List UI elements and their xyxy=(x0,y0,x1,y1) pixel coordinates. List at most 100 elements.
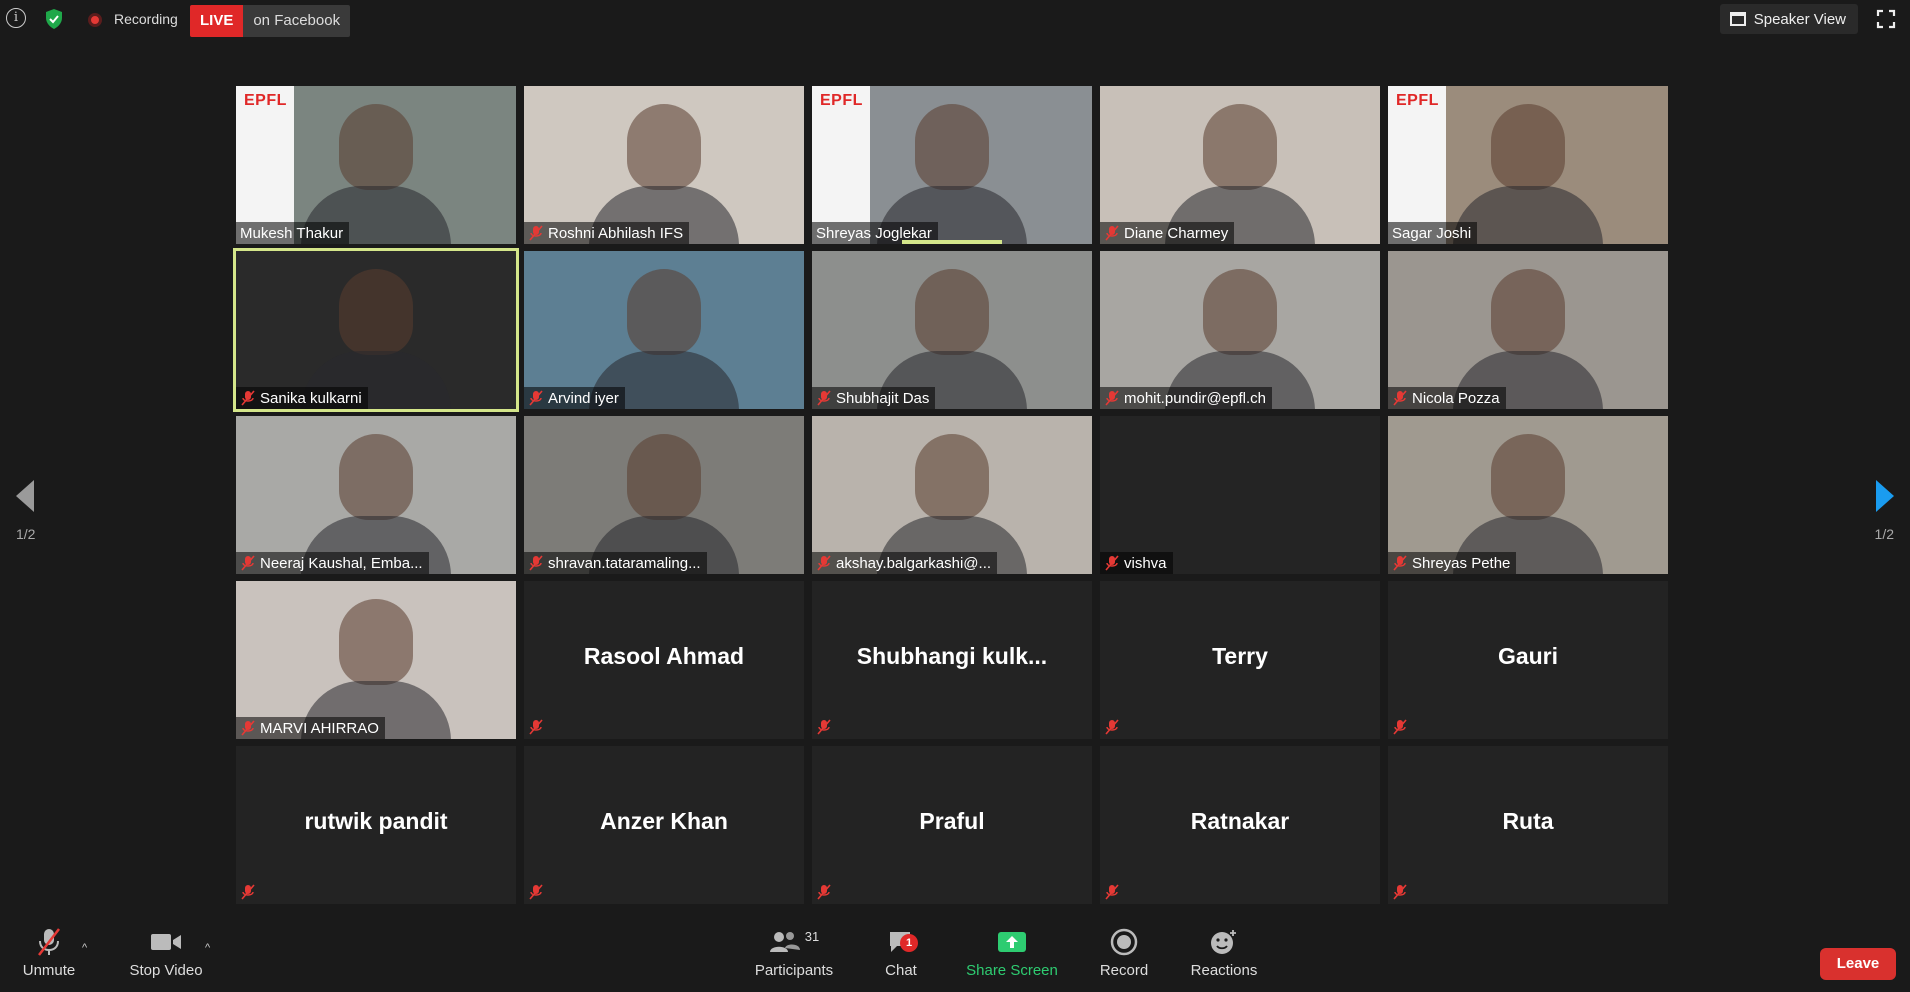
participant-name-tag: vishva xyxy=(1100,552,1173,574)
previous-page-arrow-icon[interactable] xyxy=(14,476,36,516)
participant-video-feed xyxy=(1491,269,1565,355)
participant-video-feed xyxy=(1491,434,1565,520)
participant-name-tag: Arvind iyer xyxy=(524,387,625,409)
recording-label: Recording xyxy=(114,11,178,27)
participants-icon xyxy=(769,932,800,952)
participant-name-tag: Nicola Pozza xyxy=(1388,387,1506,409)
muted-microphone-icon xyxy=(1104,719,1120,735)
muted-microphone-icon xyxy=(1392,719,1408,735)
muted-microphone-icon xyxy=(1392,555,1408,571)
participant-tile[interactable]: rutwik pandit xyxy=(236,746,516,904)
participant-name: Shubhangi kulk... xyxy=(856,643,1048,669)
muted-microphone-icon xyxy=(816,719,832,735)
unmute-button[interactable]: Unmute xyxy=(14,922,84,979)
participant-tile[interactable]: Terry xyxy=(1100,581,1380,739)
participant-tile[interactable]: Anzer Khan xyxy=(524,746,804,904)
participant-tile[interactable]: Nicola Pozza xyxy=(1388,251,1668,409)
speaker-view-button[interactable]: Speaker View xyxy=(1719,4,1858,34)
participant-tile[interactable]: Sanika kulkarni xyxy=(233,248,519,412)
participant-tile[interactable]: Shubhajit Das xyxy=(812,251,1092,409)
participant-name: Roshni Abhilash IFS xyxy=(548,224,684,242)
participants-count: 31 xyxy=(804,928,820,944)
unmute-label: Unmute xyxy=(22,962,76,979)
participant-tile[interactable]: Neeraj Kaushal, Emba... xyxy=(236,416,516,574)
participant-tile[interactable]: EPFL Mukesh Thakur xyxy=(236,86,516,244)
participant-name-tag: akshay.balgarkashi@... xyxy=(812,552,998,574)
muted-microphone-icon xyxy=(816,884,832,900)
participant-tile[interactable]: Ruta xyxy=(1388,746,1668,904)
audio-options-caret-icon[interactable]: ^ xyxy=(82,942,92,954)
meeting-controls-bar: Unmute ^ Stop Video ^ 31 Participants 1 … xyxy=(0,922,1910,992)
share-screen-icon xyxy=(998,932,1026,952)
participant-name-tag: Shubhajit Das xyxy=(812,387,936,409)
muted-microphone-icon xyxy=(528,225,544,241)
participant-tile[interactable]: mohit.pundir@epfl.ch xyxy=(1100,251,1380,409)
muted-microphone-icon xyxy=(816,555,832,571)
leave-button[interactable]: Leave xyxy=(1820,948,1896,980)
participant-name-tag: Roshni Abhilash IFS xyxy=(524,222,690,244)
participant-video-feed xyxy=(339,269,413,355)
participant-name: Sanika kulkarni xyxy=(260,389,362,407)
live-stream-indicator[interactable]: LIVE on Facebook xyxy=(190,5,351,37)
participant-video-feed xyxy=(339,599,413,685)
page-indicator-left: 1/2 xyxy=(16,526,36,542)
participant-tile[interactable]: EPFL Sagar Joshi xyxy=(1388,86,1668,244)
participant-name: Diane Charmey xyxy=(1124,224,1229,242)
participant-tile[interactable]: Gauri xyxy=(1388,581,1668,739)
muted-microphone-icon xyxy=(1392,884,1408,900)
next-page-arrow-icon[interactable] xyxy=(1874,476,1896,516)
share-screen-button[interactable]: Share Screen xyxy=(962,922,1062,979)
participant-name: vishva xyxy=(1124,554,1167,572)
participant-tile[interactable]: Rasool Ahmad xyxy=(524,581,804,739)
epfl-logo: EPFL xyxy=(820,92,863,109)
epfl-logo: EPFL xyxy=(1396,92,1439,109)
participant-tile[interactable]: akshay.balgarkashi@... xyxy=(812,416,1092,574)
speaking-indicator xyxy=(902,240,1002,244)
participant-name-tag: Shreyas Pethe xyxy=(1388,552,1517,574)
participant-tile[interactable]: shravan.tataramaling... xyxy=(524,416,804,574)
muted-microphone-icon xyxy=(240,390,256,406)
participant-tile[interactable]: Roshni Abhilash IFS xyxy=(524,86,804,244)
live-badge: LIVE xyxy=(190,5,244,37)
record-label: Record xyxy=(1099,962,1149,979)
record-button[interactable]: Record xyxy=(1094,922,1154,979)
stop-video-label: Stop Video xyxy=(129,962,203,979)
participant-name: Anzer Khan xyxy=(600,808,728,834)
participant-name: mohit.pundir@epfl.ch xyxy=(1124,389,1266,407)
participant-video-feed xyxy=(1203,269,1277,355)
participant-video-feed xyxy=(627,104,701,190)
fullscreen-icon[interactable] xyxy=(1876,9,1896,29)
participant-name-tag: Mukesh Thakur xyxy=(236,222,350,244)
participant-name: Praful xyxy=(919,808,985,834)
participant-tile[interactable]: Shubhangi kulk... xyxy=(812,581,1092,739)
video-options-caret-icon[interactable]: ^ xyxy=(205,942,215,954)
participants-button[interactable]: 31 Participants xyxy=(748,922,840,980)
stop-video-button[interactable]: Stop Video xyxy=(124,922,208,979)
participant-name: Ruta xyxy=(1502,808,1554,834)
participant-tile[interactable]: Ratnakar xyxy=(1100,746,1380,904)
reactions-button[interactable]: Reactions xyxy=(1186,922,1262,979)
info-icon[interactable]: i xyxy=(6,8,26,28)
participant-tile[interactable]: vishva xyxy=(1100,416,1380,574)
participant-name: Neeraj Kaushal, Emba... xyxy=(260,554,423,572)
participant-name: Sagar Joshi xyxy=(1392,224,1472,242)
participant-video-feed xyxy=(915,269,989,355)
reactions-smiley-icon xyxy=(1211,930,1236,954)
participant-name: shravan.tataramaling... xyxy=(548,554,701,572)
security-shield-icon[interactable] xyxy=(44,8,64,30)
participant-tile[interactable]: Shreyas Pethe xyxy=(1388,416,1668,574)
participant-tile[interactable]: Diane Charmey xyxy=(1100,86,1380,244)
chat-unread-badge: 1 xyxy=(900,934,918,952)
chat-button[interactable]: 1 Chat xyxy=(870,922,932,979)
participant-tile[interactable]: MARVI AHIRRAO xyxy=(236,581,516,739)
participant-tile[interactable]: EPFL Shreyas Joglekar xyxy=(812,86,1092,244)
microphone-muted-icon xyxy=(38,928,60,956)
participant-name: Shreyas Pethe xyxy=(1412,554,1511,572)
participant-name: akshay.balgarkashi@... xyxy=(836,554,992,572)
participant-tile[interactable]: Arvind iyer xyxy=(524,251,804,409)
muted-microphone-icon xyxy=(816,390,832,406)
recording-dot-icon xyxy=(88,13,102,27)
participant-tile[interactable]: Praful xyxy=(812,746,1092,904)
muted-microphone-icon xyxy=(528,719,544,735)
participant-name-tag: Sagar Joshi xyxy=(1388,222,1478,244)
